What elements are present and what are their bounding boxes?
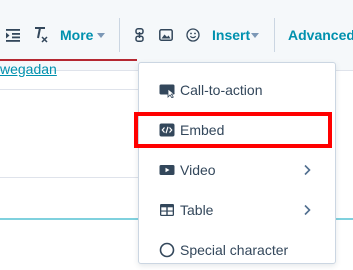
insert-caret-icon bbox=[251, 33, 259, 38]
menu-item-call-to-action[interactable]: Call-to-action bbox=[139, 70, 335, 110]
editor-divider bbox=[0, 177, 138, 178]
menu-item-table[interactable]: Table bbox=[139, 190, 335, 230]
more-button[interactable]: More bbox=[60, 26, 93, 44]
link-icon[interactable] bbox=[135, 28, 144, 42]
indent-icon[interactable] bbox=[6, 28, 20, 42]
menu-item-label: Call-to-action bbox=[180, 82, 263, 98]
clear-formatting-icon[interactable] bbox=[34, 26, 48, 44]
menu-item-special-character[interactable]: Special character bbox=[139, 230, 335, 270]
menu-item-video[interactable]: Video bbox=[139, 150, 335, 190]
menu-item-label: Special character bbox=[180, 242, 289, 258]
menu-item-label: Video bbox=[180, 162, 216, 178]
emoji-icon[interactable] bbox=[186, 28, 200, 42]
toolbar-divider bbox=[119, 18, 120, 52]
toolbar-divider bbox=[274, 18, 275, 52]
cta-icon bbox=[159, 84, 175, 98]
special-character-icon bbox=[159, 242, 175, 258]
insert-dropdown-menu: Call-to-action Embed Video Table Special… bbox=[138, 62, 336, 264]
image-icon[interactable] bbox=[159, 29, 173, 41]
chevron-right-icon bbox=[304, 164, 311, 176]
editor-divider bbox=[0, 89, 138, 90]
document-link[interactable]: wegadan bbox=[0, 62, 57, 76]
table-icon bbox=[160, 204, 174, 216]
insert-button[interactable]: Insert bbox=[212, 26, 250, 44]
menu-item-label: Table bbox=[180, 202, 214, 218]
advanced-button[interactable]: Advanced bbox=[288, 26, 353, 44]
chevron-right-icon bbox=[304, 204, 311, 216]
highlight-box bbox=[134, 112, 332, 148]
video-icon bbox=[159, 165, 175, 175]
more-caret-icon bbox=[97, 33, 105, 38]
